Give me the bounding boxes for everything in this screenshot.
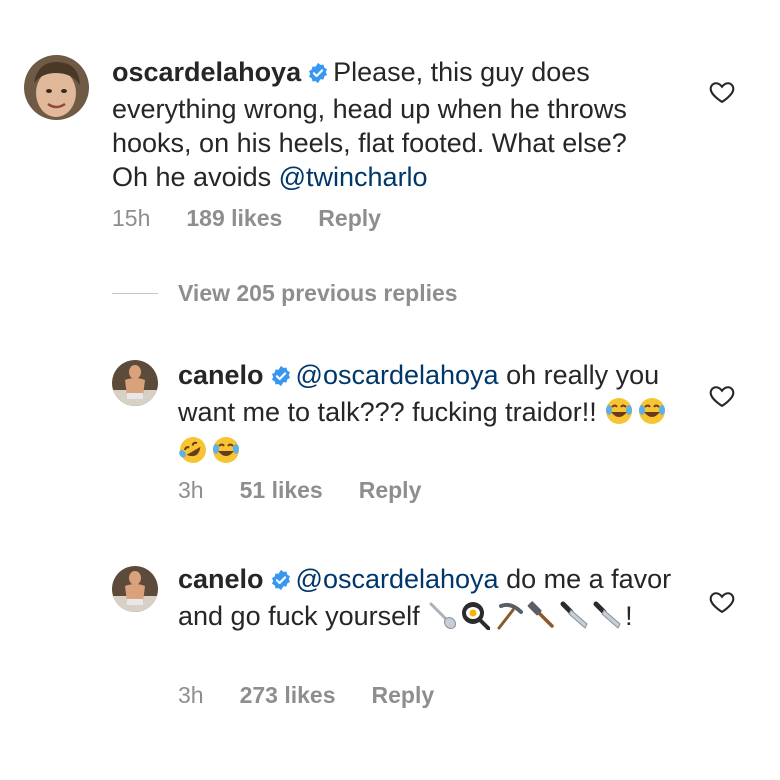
- mention-link[interactable]: @twincharlo: [279, 162, 428, 192]
- mention-link[interactable]: @oscardelahoya: [296, 564, 499, 594]
- likes-count[interactable]: 273 likes: [240, 682, 336, 709]
- timestamp: 15h: [112, 205, 151, 231]
- pick-emoji-icon: [493, 600, 524, 638]
- comment-suffix: !: [625, 601, 633, 631]
- username[interactable]: canelo: [178, 564, 264, 594]
- view-previous-replies[interactable]: View 205 previous replies: [112, 280, 458, 307]
- joy-emoji-icon: [604, 396, 634, 434]
- verified-badge-icon: [270, 361, 292, 395]
- reply-button[interactable]: Reply: [372, 682, 435, 709]
- comment-body: canelo @oscardelahoya oh really you want …: [178, 358, 678, 473]
- rofl-emoji-icon: [178, 435, 208, 473]
- likes-count[interactable]: 51 likes: [240, 477, 323, 504]
- avatar[interactable]: [112, 360, 158, 406]
- joy-emoji-icon: [211, 435, 241, 473]
- frying-pan-emoji-icon: [460, 600, 492, 638]
- timestamp: 3h: [178, 682, 204, 708]
- timestamp: 3h: [178, 477, 204, 503]
- like-heart-icon[interactable]: [708, 78, 736, 106]
- username[interactable]: oscardelahoya: [112, 57, 301, 87]
- comment-body: oscardelahoya Please, this guy does every…: [112, 55, 652, 194]
- avatar[interactable]: [24, 55, 89, 120]
- knife-emoji-icon: [592, 600, 622, 638]
- username[interactable]: canelo: [178, 360, 264, 390]
- divider-line: [112, 292, 158, 295]
- knife-emoji-icon: [559, 600, 589, 638]
- comment-meta: 15h 189 likes Reply: [112, 205, 417, 232]
- spoon-emoji-icon: [427, 600, 457, 638]
- likes-count[interactable]: 189 likes: [186, 205, 282, 232]
- view-replies-label[interactable]: View 205 previous replies: [178, 280, 458, 307]
- reply-button[interactable]: Reply: [359, 477, 422, 504]
- comment-meta: 3h 273 likes Reply: [178, 682, 470, 709]
- like-heart-icon[interactable]: [708, 382, 736, 410]
- mention-link[interactable]: @oscardelahoya: [296, 360, 499, 390]
- like-heart-icon[interactable]: [708, 588, 736, 616]
- comment-body: canelo @oscardelahoya do me a favor and g…: [178, 562, 678, 638]
- reply-button[interactable]: Reply: [318, 205, 381, 232]
- hammer-emoji-icon: [526, 600, 556, 638]
- joy-emoji-icon: [637, 396, 667, 434]
- comment-meta: 3h 51 likes Reply: [178, 477, 457, 504]
- verified-badge-icon: [307, 58, 329, 92]
- avatar[interactable]: [112, 566, 158, 612]
- verified-badge-icon: [270, 565, 292, 599]
